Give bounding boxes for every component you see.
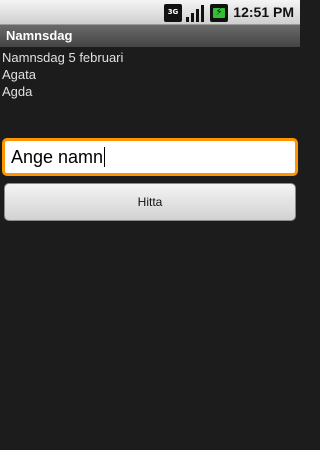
app-title: Namnsdag — [6, 28, 73, 43]
clock: 12:51 PM — [233, 4, 294, 20]
signal-icon — [186, 4, 206, 22]
find-button-label: Hitta — [137, 195, 163, 209]
text-cursor — [104, 147, 106, 167]
app-title-bar: Namnsdag — [0, 25, 300, 47]
status-bar: 3G ⚡ 12:51 PM — [0, 0, 300, 25]
status-icons: 3G ⚡ — [164, 3, 228, 22]
result-name-2: Agda — [2, 84, 33, 99]
result-heading: Namnsdag 5 februari — [2, 50, 124, 65]
battery-charging-icon: ⚡ — [210, 3, 228, 22]
result-list: Namnsdag 5 februari Agata Agda — [2, 49, 298, 100]
name-input-text[interactable]: Ange namn — [11, 147, 103, 168]
result-name-1: Agata — [2, 67, 36, 82]
name-input-field[interactable]: Ange namn — [2, 138, 298, 176]
network-badge: 3G — [167, 8, 179, 16]
find-button[interactable]: Hitta — [4, 183, 296, 221]
3g-icon: 3G — [164, 3, 182, 22]
